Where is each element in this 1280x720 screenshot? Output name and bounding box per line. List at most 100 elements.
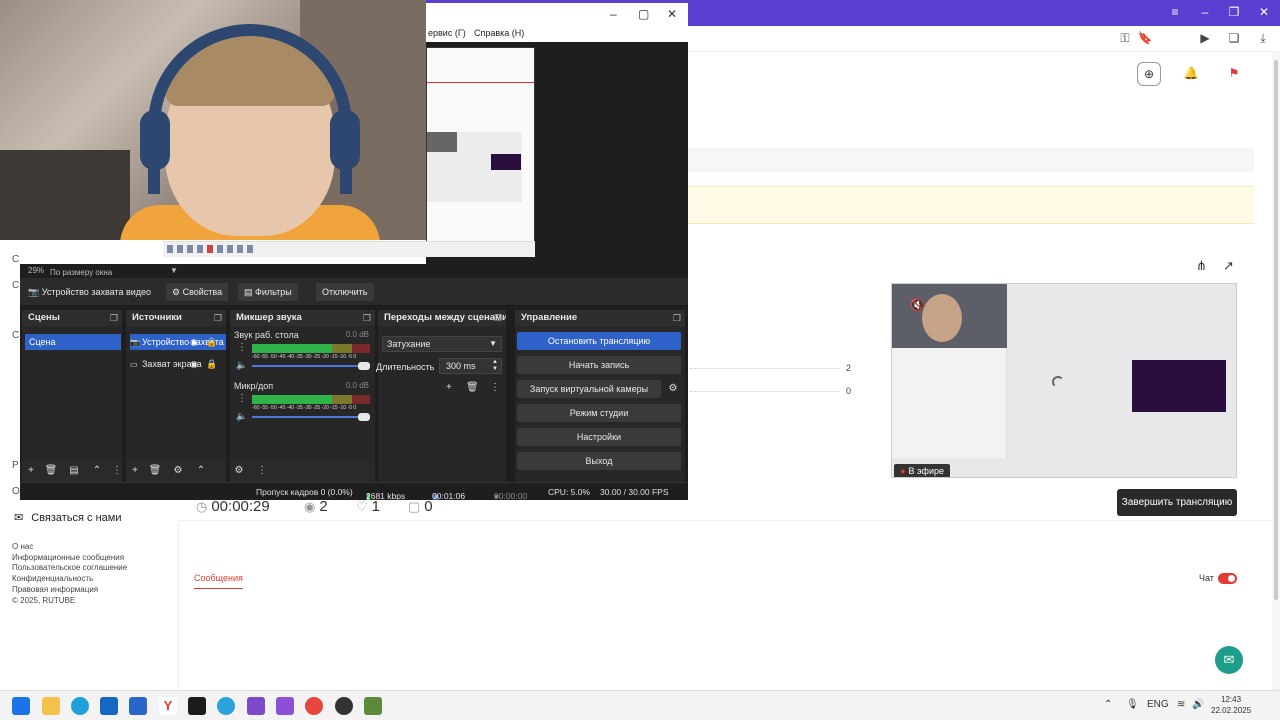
add-icon[interactable]: +	[446, 382, 452, 393]
minecraft-icon[interactable]	[364, 697, 382, 715]
dock-undock-icon[interactable]: ❐	[214, 310, 222, 326]
password-key-icon[interactable]: ⚿	[1116, 31, 1134, 46]
visibility-eye-icon[interactable]: ◉	[190, 356, 198, 372]
chat-toggle[interactable]: Чат	[1199, 573, 1237, 584]
visibility-eye-icon[interactable]: ◉	[190, 334, 198, 350]
menu-help[interactable]: Справка (Н)	[474, 28, 524, 38]
dock-undock-icon[interactable]: ❐	[673, 310, 681, 326]
speaker-icon[interactable]: 🔈	[236, 411, 247, 422]
minimize-icon[interactable]: –	[610, 7, 617, 21]
chrome-icon[interactable]	[305, 697, 323, 715]
edge-icon[interactable]	[71, 697, 89, 715]
footer-link[interactable]: Информационные сообщения	[12, 553, 127, 564]
media-app-icon[interactable]	[276, 697, 294, 715]
more-icon[interactable]: ⋮	[255, 465, 269, 476]
source-item[interactable]: ▭ Захват экрана ◉ 🔒	[130, 356, 226, 372]
add-icon[interactable]: +	[128, 465, 142, 476]
store-icon[interactable]	[129, 697, 147, 715]
trash-icon[interactable]: 🗑	[148, 465, 162, 476]
volume-icon[interactable]: 🔊	[1192, 699, 1204, 710]
page-scrollbar[interactable]	[1272, 52, 1280, 690]
volume-slider[interactable]	[252, 413, 370, 421]
properties-button[interactable]: ⚙ Свойства	[166, 283, 229, 301]
speaker-icon[interactable]: 🔈	[236, 360, 247, 371]
start-recording-button[interactable]: Начать запись	[517, 356, 681, 374]
dock-undock-icon[interactable]: ❐	[110, 310, 118, 326]
volume-slider[interactable]	[252, 362, 370, 370]
terminal-icon[interactable]	[188, 697, 206, 715]
chat-switch[interactable]	[1218, 573, 1237, 584]
lock-icon[interactable]: 🔒	[206, 356, 217, 372]
footer-link[interactable]: Пользовательское соглашение	[12, 563, 127, 574]
collections-icon[interactable]: ❏	[1225, 31, 1243, 45]
gear-icon[interactable]: ⚙	[171, 465, 185, 476]
gear-icon[interactable]: ⚙	[232, 465, 246, 476]
menu-tools[interactable]: ервис (Г)	[428, 28, 466, 38]
add-icon[interactable]: +	[24, 465, 38, 476]
taskbar-clock[interactable]: 12:43 22.02.2025	[1211, 694, 1251, 716]
wifi-icon[interactable]: ≋	[1177, 699, 1185, 710]
chevron-up-icon[interactable]: ⌃	[194, 465, 208, 476]
channel-menu-icon[interactable]: ⋮	[237, 342, 247, 353]
tray-chevron-icon[interactable]: ⌃	[1104, 699, 1112, 710]
menu-icon[interactable]: ≡	[1164, 5, 1186, 19]
footer-link[interactable]: Конфиденциальность	[12, 574, 127, 585]
media-icon[interactable]: ▶	[1196, 31, 1214, 45]
comments-stat: ▢ 0	[408, 498, 433, 515]
transition-select[interactable]: Затухание ▼	[382, 336, 502, 352]
more-icon[interactable]: ⋮	[490, 382, 500, 393]
trash-icon[interactable]: 🗑	[466, 382, 479, 393]
tab-messages[interactable]: Сообщения	[194, 573, 243, 589]
telegram-icon[interactable]	[217, 697, 235, 715]
mute-icon[interactable]: 🔇	[910, 298, 925, 312]
file-explorer-icon[interactable]	[42, 697, 60, 715]
virtual-camera-button[interactable]: Запуск виртуальной камеры	[517, 380, 661, 398]
maximize-icon[interactable]: ▢	[638, 7, 649, 21]
footer-link[interactable]: Правовая информация	[12, 585, 127, 596]
close-icon[interactable]: ✕	[667, 7, 677, 21]
maximize-icon[interactable]: ❐	[1223, 5, 1245, 19]
dock-undock-icon[interactable]: ❐	[494, 310, 502, 326]
outlook-icon[interactable]	[100, 697, 118, 715]
obs-preview-canvas[interactable]	[426, 47, 535, 257]
more-icon[interactable]: ⋮	[110, 465, 124, 476]
duration-spinbox[interactable]: 300 ms ▲ ▼	[439, 358, 502, 374]
yandex-icon[interactable]: Y	[159, 697, 177, 715]
filter-icon[interactable]: ▤	[67, 465, 81, 476]
filters-button[interactable]: ▤ Фильтры	[238, 283, 298, 301]
source-item[interactable]: 📷Устройство захвата видео◉🔒	[130, 334, 226, 350]
dock-undock-icon[interactable]: ❐	[363, 310, 371, 326]
chevron-down-icon[interactable]: ▼	[170, 266, 178, 275]
bookmark-icon[interactable]: 🔖	[1136, 31, 1154, 45]
preview-taskbar-strip	[163, 241, 535, 257]
open-external-icon[interactable]: ↗	[1223, 258, 1234, 274]
download-icon[interactable]: ⤓	[1254, 31, 1272, 46]
studio-mode-button[interactable]: Режим студии	[517, 404, 681, 422]
windows-start-icon[interactable]	[12, 697, 30, 715]
lock-icon[interactable]: 🔒	[206, 334, 217, 350]
end-stream-button[interactable]: Завершить трансляцию	[1117, 489, 1237, 516]
upload-icon[interactable]: ⊕	[1137, 62, 1161, 86]
exit-button[interactable]: Выход	[517, 452, 681, 470]
footer-link[interactable]: О нас	[12, 542, 127, 553]
stream-preview-player[interactable]: 🔇 ● В эфире	[891, 283, 1237, 478]
notifications-icon[interactable]: 🔔	[1179, 62, 1203, 86]
visual-studio-icon[interactable]	[247, 697, 265, 715]
stop-stream-button[interactable]: Остановить трансляцию	[517, 332, 681, 350]
user-avatar-icon[interactable]: ⚑	[1222, 62, 1246, 86]
disable-button[interactable]: Отключить	[316, 283, 374, 301]
settings-button[interactable]: Настройки	[517, 428, 681, 446]
microphone-icon[interactable]: 🎙	[1126, 699, 1139, 710]
chevron-up-icon[interactable]: ⌃	[90, 465, 104, 476]
scene-item[interactable]: Сцена	[25, 334, 121, 350]
support-chat-icon[interactable]: ✉	[1215, 646, 1243, 674]
channel-menu-icon[interactable]: ⋮	[237, 393, 247, 404]
language-indicator[interactable]: ENG	[1147, 699, 1169, 710]
gear-icon[interactable]: ⚙	[665, 380, 681, 398]
trash-icon[interactable]: 🗑	[44, 465, 58, 476]
contact-us-link[interactable]: ✉ Связаться с нами	[14, 511, 122, 524]
obs-icon[interactable]	[335, 697, 353, 715]
close-icon[interactable]: ✕	[1253, 5, 1275, 19]
share-icon[interactable]: ⋔	[1196, 258, 1207, 274]
minimize-icon[interactable]: –	[1194, 5, 1216, 19]
